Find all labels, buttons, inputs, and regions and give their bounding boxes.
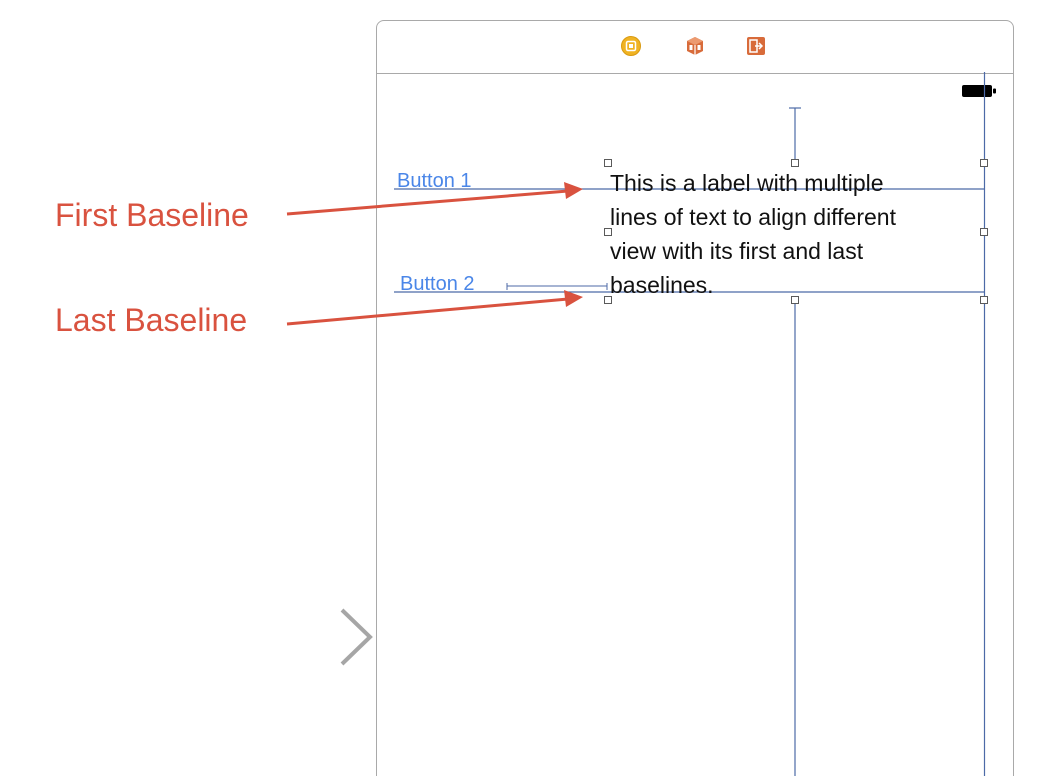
annotation-arrows	[286, 182, 583, 326]
storyboard-canvas: Button 1 Button 2 This is a label with m…	[0, 0, 1046, 776]
entry-point-arrow-icon[interactable]	[200, 605, 380, 669]
first-baseline-annotation: First Baseline	[55, 197, 249, 233]
last-baseline-annotation: Last Baseline	[55, 302, 248, 338]
